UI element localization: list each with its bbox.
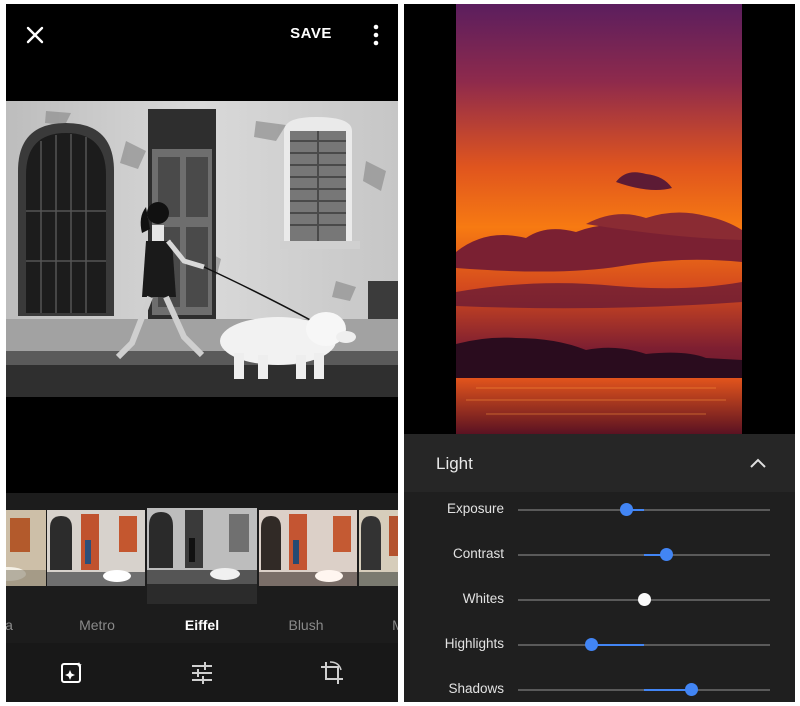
filter-label[interactable]: M — [343, 617, 398, 633]
light-section-header[interactable]: Light — [404, 434, 795, 492]
crop-rotate-icon[interactable] — [319, 660, 345, 686]
slider-thumb[interactable] — [685, 683, 699, 696]
filter-editor-screen: SAVE a Metro Eiffel Blush M — [6, 4, 398, 702]
slider-label: Whites — [462, 591, 504, 606]
slider-thumb[interactable] — [660, 548, 674, 561]
top-app-bar: SAVE — [6, 4, 398, 64]
more-vert-icon[interactable] — [366, 23, 386, 47]
slider-label: Highlights — [444, 636, 504, 651]
slider-highlights[interactable]: Highlights — [404, 630, 795, 660]
filter-thumbnail[interactable] — [6, 510, 46, 586]
sunset-photo-preview — [456, 4, 742, 434]
filter-thumbnail[interactable] — [359, 510, 398, 586]
slider-exposure[interactable]: Exposure — [404, 495, 795, 525]
slider-thumb[interactable] — [619, 503, 633, 516]
slider-thumb[interactable] — [637, 593, 651, 606]
slider-whites[interactable]: Whites — [404, 585, 795, 615]
photo-preview — [6, 101, 398, 397]
chevron-up-icon[interactable] — [748, 454, 768, 472]
slider-track[interactable] — [518, 644, 770, 646]
slider-label: Shadows — [448, 681, 504, 696]
slider-fill — [591, 644, 644, 646]
slider-track[interactable] — [518, 509, 770, 511]
filter-label-selected[interactable]: Eiffel — [147, 617, 257, 633]
slider-shadows[interactable]: Shadows — [404, 675, 795, 702]
filter-strip: a Metro Eiffel Blush M — [6, 493, 398, 643]
adjust-screen: Light Exposure Contrast Whites Highlight… — [404, 4, 795, 702]
tune-icon[interactable] — [189, 660, 215, 686]
auto-enhance-icon[interactable] — [59, 660, 85, 686]
bottom-toolbar — [6, 643, 398, 702]
filter-label[interactable]: Metro — [42, 617, 152, 633]
section-title: Light — [436, 454, 473, 473]
slider-thumb[interactable] — [584, 638, 598, 651]
filter-thumbnail[interactable] — [47, 510, 145, 586]
slider-label: Exposure — [446, 501, 504, 516]
save-button[interactable]: SAVE — [286, 23, 336, 45]
close-icon[interactable] — [24, 24, 46, 46]
slider-label: Contrast — [452, 546, 504, 561]
filter-thumbnail[interactable] — [259, 510, 357, 586]
filter-thumbnail-selected[interactable] — [147, 508, 257, 604]
light-sliders: Exposure Contrast Whites Highlights Shad… — [404, 492, 795, 702]
slider-contrast[interactable]: Contrast — [404, 540, 795, 570]
